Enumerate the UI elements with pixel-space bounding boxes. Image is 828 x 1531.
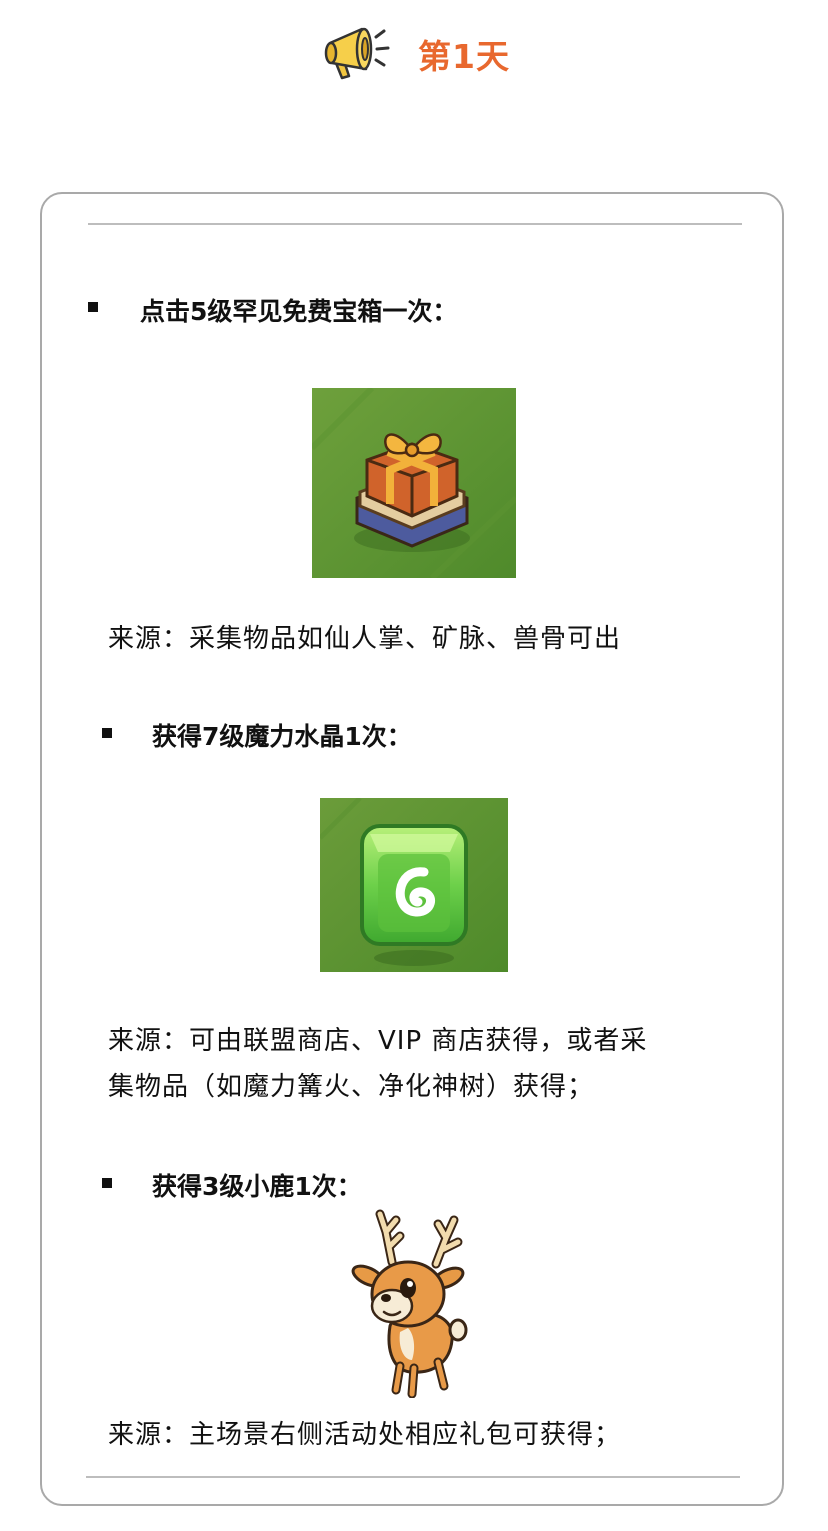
- source-line: 来源：主场景右侧活动处相应礼包可获得；: [108, 1420, 622, 1450]
- page-title: 第1天: [418, 37, 510, 76]
- bullet-marker: [102, 1178, 112, 1188]
- divider: [86, 1476, 740, 1478]
- source-text: 来源：可由联盟商店、VIP 商店获得，或者采 集物品（如魔力篝火、净化神树）获得…: [108, 1018, 647, 1110]
- task-heading: 点击5级罕见免费宝箱一次：: [140, 297, 458, 326]
- source-line: 来源：采集物品如仙人掌、矿脉、兽骨可出: [108, 624, 622, 654]
- divider: [88, 223, 742, 225]
- fawn-icon: [350, 1202, 476, 1398]
- megaphone-icon: [324, 27, 390, 80]
- source-line: 来源：可由联盟商店、VIP 商店获得，或者采: [108, 1026, 648, 1056]
- source-line: 集物品（如魔力篝火、净化神树）获得；: [108, 1072, 595, 1102]
- bullet-marker: [88, 302, 98, 312]
- task-heading: 获得7级魔力水晶1次：: [152, 722, 412, 751]
- task-heading: 获得3级小鹿1次：: [152, 1172, 362, 1201]
- day-header: 第1天: [0, 22, 828, 86]
- source-text: 来源：主场景右侧活动处相应礼包可获得；: [108, 1412, 621, 1458]
- magic-crystal-icon: [320, 798, 508, 972]
- source-text: 来源：采集物品如仙人掌、矿脉、兽骨可出: [108, 616, 621, 662]
- gift-box-icon: [312, 388, 516, 578]
- bullet-marker: [102, 728, 112, 738]
